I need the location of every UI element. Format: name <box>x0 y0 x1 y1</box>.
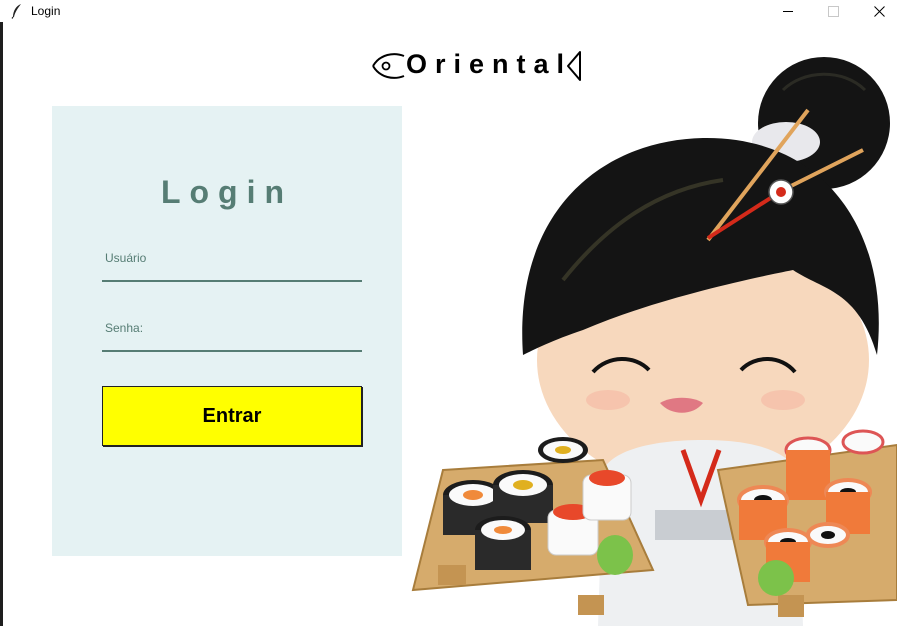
login-button[interactable]: Entrar <box>102 386 362 446</box>
login-title: Login <box>160 174 294 210</box>
password-input[interactable] <box>102 316 362 352</box>
username-input[interactable] <box>102 246 362 282</box>
feather-icon <box>11 4 21 19</box>
close-icon <box>873 5 885 17</box>
window-edge <box>0 22 3 626</box>
maximize-button[interactable] <box>810 0 856 22</box>
username-field-wrapper <box>102 246 362 282</box>
minimize-icon <box>782 10 793 12</box>
login-panel: Login Entrar <box>52 106 402 556</box>
maximize-icon <box>827 5 839 17</box>
close-button[interactable] <box>856 0 897 22</box>
window-titlebar: Login <box>0 0 897 22</box>
password-field-wrapper <box>102 316 362 352</box>
geisha-illustration <box>411 57 897 626</box>
window-title: Login <box>31 4 61 18</box>
minimize-button[interactable] <box>765 0 811 22</box>
